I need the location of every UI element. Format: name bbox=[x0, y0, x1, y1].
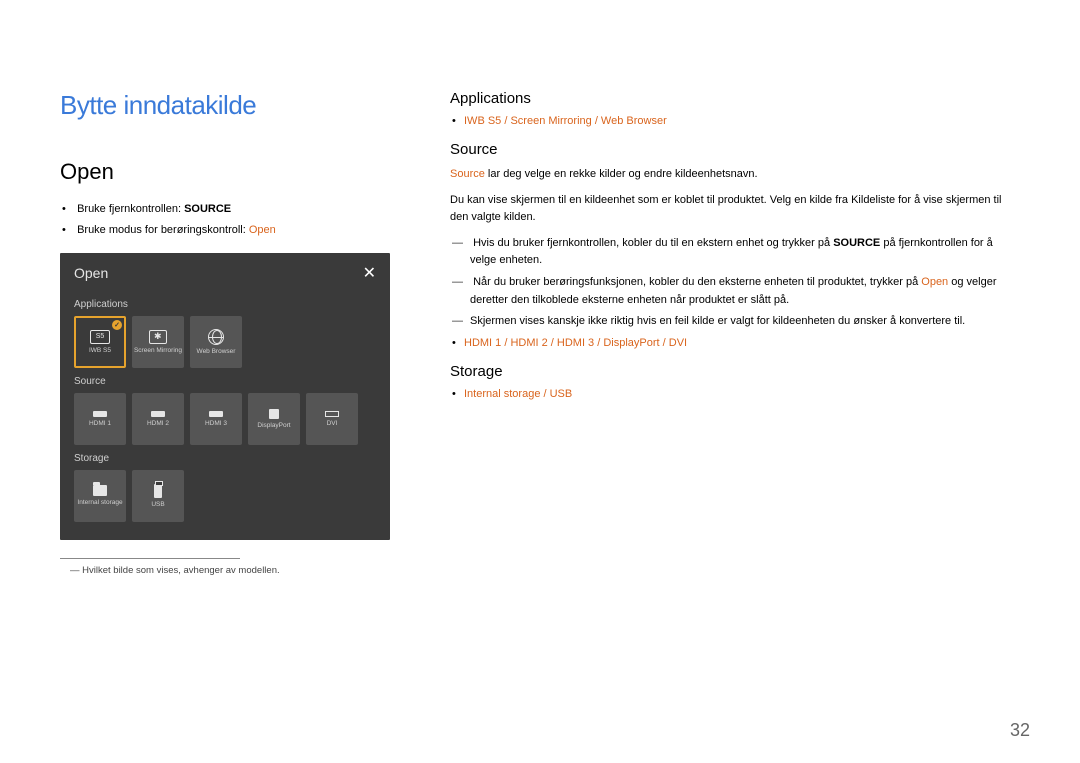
divider bbox=[60, 558, 240, 559]
dvi-icon bbox=[325, 411, 339, 417]
dash-item-3: Skjermen vises kanskje ikke riktig hvis … bbox=[470, 313, 1020, 331]
tile-label: HDMI 3 bbox=[205, 420, 227, 427]
close-icon[interactable]: ✕ bbox=[363, 263, 376, 283]
bullet-remote-bold: SOURCE bbox=[184, 203, 231, 215]
source-heading: Source bbox=[450, 141, 1020, 158]
dash-item-2: Når du bruker berøringsfunksjonen, koble… bbox=[470, 274, 1020, 309]
tile-label: Internal storage bbox=[77, 499, 122, 506]
tile-hdmi1[interactable]: HDMI 1 bbox=[74, 393, 126, 445]
globe-icon bbox=[208, 329, 224, 345]
apps-list-text: IWB S5 / Screen Mirroring / Web Browser bbox=[464, 115, 667, 127]
check-icon: ✓ bbox=[112, 320, 122, 330]
bullet-touch-text: Bruke modus for berøringskontroll: bbox=[77, 224, 249, 236]
tile-internal-storage[interactable]: Internal storage bbox=[74, 470, 126, 522]
displayport-icon bbox=[269, 409, 279, 419]
tile-dvi[interactable]: DVI bbox=[306, 393, 358, 445]
storage-heading: Storage bbox=[450, 363, 1020, 380]
apps-list: IWB S5 / Screen Mirroring / Web Browser bbox=[450, 115, 1020, 127]
apps-heading: Applications bbox=[450, 90, 1020, 107]
open-panel: Open ✕ Applications ✓ S5 IWB S5 Screen M… bbox=[60, 253, 390, 540]
hdmi-icon bbox=[209, 411, 223, 417]
usb-icon bbox=[154, 484, 162, 498]
panel-storage-label: Storage bbox=[60, 445, 390, 470]
tile-label: Web Browser bbox=[197, 348, 236, 355]
folder-icon bbox=[93, 485, 107, 496]
tile-hdmi2[interactable]: HDMI 2 bbox=[132, 393, 184, 445]
bullet-remote: Bruke fjernkontrollen: SOURCE bbox=[74, 199, 410, 220]
dash2-orange: Open bbox=[921, 276, 948, 288]
mirror-icon bbox=[149, 330, 167, 344]
panel-apps-label: Applications bbox=[60, 291, 390, 316]
footnote: Hvilket bilde som vises, avhenger av mod… bbox=[60, 565, 410, 576]
source-para1: Source lar deg velge en rekke kilder og … bbox=[450, 166, 1020, 184]
tile-label: HDMI 2 bbox=[147, 420, 169, 427]
storage-list-text: Internal storage / USB bbox=[464, 388, 572, 400]
dash-item-1: Hvis du bruker fjernkontrollen, kobler d… bbox=[470, 235, 1020, 270]
tile-iwb-s5[interactable]: ✓ S5 IWB S5 bbox=[74, 316, 126, 368]
bullet-touch: Bruke modus for berøringskontroll: Open bbox=[74, 220, 410, 241]
dash2-a: Når du bruker berøringsfunksjonen, koble… bbox=[473, 276, 921, 288]
dash1-a: Hvis du bruker fjernkontrollen, kobler d… bbox=[473, 237, 833, 249]
dash1-bold: SOURCE bbox=[833, 237, 880, 249]
hdmi-icon bbox=[151, 411, 165, 417]
source-para1-orange: Source bbox=[450, 168, 485, 180]
tile-displayport[interactable]: DisplayPort bbox=[248, 393, 300, 445]
bullet-remote-text: Bruke fjernkontrollen: bbox=[77, 203, 184, 215]
hdmi-icon bbox=[93, 411, 107, 417]
chapter-title: Bytte inndatakilde bbox=[60, 90, 410, 121]
tile-label: DisplayPort bbox=[257, 422, 290, 429]
tile-label: Screen Mirroring bbox=[134, 347, 182, 354]
tile-label: HDMI 1 bbox=[89, 420, 111, 427]
page-number: 32 bbox=[1010, 720, 1030, 741]
tile-web-browser[interactable]: Web Browser bbox=[190, 316, 242, 368]
hdmi-list: HDMI 1 / HDMI 2 / HDMI 3 / DisplayPort /… bbox=[450, 337, 1020, 349]
panel-title: Open bbox=[74, 265, 108, 281]
panel-source-label: Source bbox=[60, 368, 390, 393]
tile-usb[interactable]: USB bbox=[132, 470, 184, 522]
storage-list: Internal storage / USB bbox=[450, 388, 1020, 400]
tile-hdmi3[interactable]: HDMI 3 bbox=[190, 393, 242, 445]
tile-label: DVI bbox=[327, 420, 338, 427]
tile-label: IWB S5 bbox=[89, 347, 111, 354]
source-para2: Du kan vise skjermen til en kildeenhet s… bbox=[450, 192, 1020, 227]
bullet-touch-orange: Open bbox=[249, 224, 276, 236]
tile-screen-mirroring[interactable]: Screen Mirroring bbox=[132, 316, 184, 368]
hdmi-list-text: HDMI 1 / HDMI 2 / HDMI 3 / DisplayPort /… bbox=[464, 337, 687, 349]
section-open-heading: Open bbox=[60, 159, 410, 185]
iwb-icon: S5 bbox=[90, 330, 110, 344]
source-para1-rest: lar deg velge en rekke kilder og endre k… bbox=[485, 168, 758, 180]
tile-label: USB bbox=[151, 501, 164, 508]
